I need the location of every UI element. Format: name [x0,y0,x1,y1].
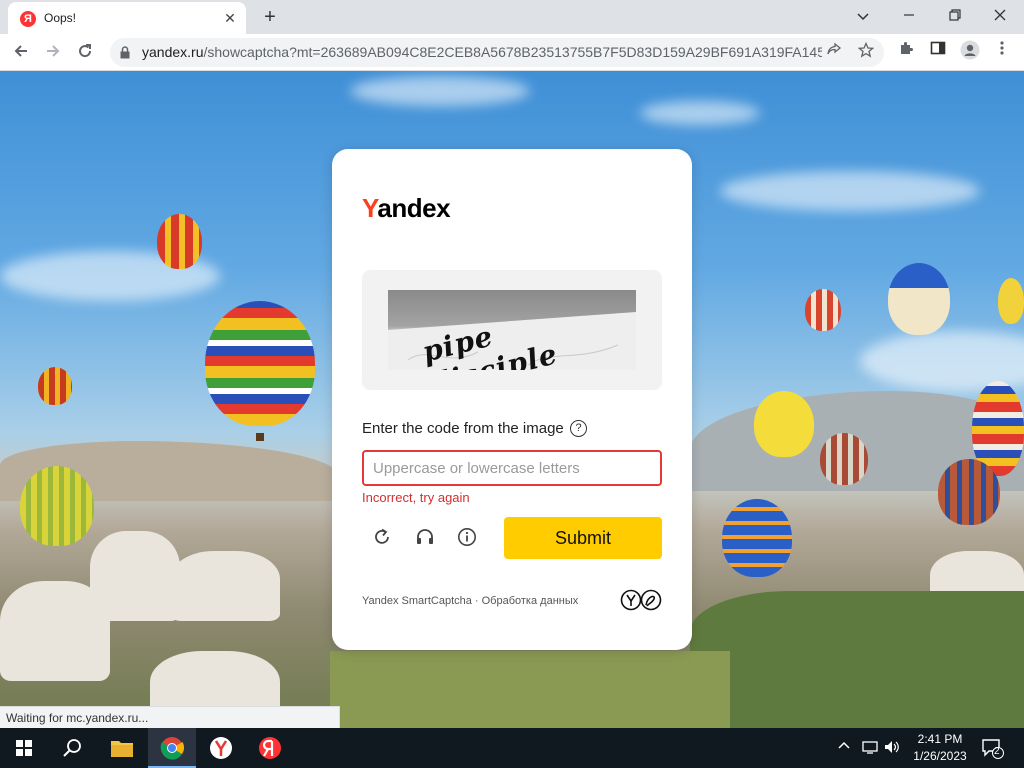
menu-icon[interactable] [990,40,1014,64]
network-icon[interactable] [862,740,878,757]
hot-air-balloon [722,499,792,577]
url-host: yandex.ru [142,44,204,60]
yandex-browser-icon[interactable] [197,728,245,768]
reload-icon[interactable] [72,40,98,66]
hot-air-balloon [157,214,202,269]
url-path: /showcaptcha?mt=263689AB094C8E2CEB8A5678… [203,44,822,60]
clock-date: 1/26/2023 [913,749,967,763]
browser-toolbar: yandex.ru/showcaptcha?mt=263689AB094C8E2… [0,34,1024,71]
yandex-favicon-icon: Я [20,11,36,27]
captcha-image-frame: pipe disciple [362,270,662,390]
grass-foreground [330,651,730,728]
share-icon[interactable] [823,42,845,64]
show-hidden-icons-icon[interactable] [838,740,850,755]
error-message: Incorrect, try again [362,490,470,505]
bookmark-star-icon[interactable] [855,41,877,64]
hot-air-balloon [754,391,814,457]
hot-air-balloon [938,459,1000,525]
yandex-icon[interactable] [246,728,294,768]
hot-air-balloon [820,433,868,485]
close-window-icon[interactable] [986,4,1014,28]
hot-air-balloon [805,289,841,331]
lock-icon[interactable] [120,46,130,59]
info-icon[interactable] [450,524,484,558]
logo-letter-y: Y [362,193,378,223]
side-panel-icon[interactable] [926,40,950,64]
taskbar: 2:41 PM 1/26/2023 2 [0,728,1024,768]
tab-title: Oops! [44,11,77,25]
profile-icon[interactable] [958,40,982,64]
captcha-prompt: Enter the code from the image [362,420,564,437]
close-tab-icon[interactable]: ✕ [222,10,238,26]
extensions-icon[interactable] [894,40,918,64]
smartcaptcha-logo-icon [620,589,664,611]
submit-button[interactable]: Submit [504,517,662,559]
help-icon[interactable]: ? [570,420,587,437]
refresh-icon[interactable] [365,524,399,558]
notification-center-icon[interactable]: 2 [980,736,1004,760]
start-icon[interactable] [0,728,48,768]
logo-rest: andex [377,193,451,223]
restore-icon[interactable] [941,4,969,28]
search-icon[interactable] [48,728,96,768]
audio-icon[interactable] [408,524,442,558]
smartcaptcha-footer[interactable]: Yandex SmartCaptcha · Обработка данных [362,595,578,607]
system-clock[interactable]: 2:41 PM 1/26/2023 [906,731,974,765]
rock-formation [170,551,280,621]
tab-oops[interactable]: Я Oops! ✕ [8,2,246,34]
file-explorer-icon[interactable] [98,728,146,768]
hot-air-balloon [205,301,315,426]
clock-time: 2:41 PM [917,732,963,746]
url-text[interactable]: yandex.ru/showcaptcha?mt=263689AB094C8E2… [142,44,822,60]
new-tab-button[interactable]: + [258,6,282,28]
address-bar[interactable]: yandex.ru/showcaptcha?mt=263689AB094C8E2… [110,38,884,67]
back-icon[interactable] [8,40,34,66]
notification-count: 2 [994,746,1000,757]
cloud [720,171,980,211]
minimize-icon[interactable] [895,4,923,28]
hot-air-balloon [998,278,1024,324]
forward-icon[interactable] [40,40,66,66]
volume-icon[interactable] [884,740,900,757]
chrome-icon[interactable] [148,728,196,768]
cloud [350,76,530,106]
status-bubble: Waiting for mc.yandex.ru... [0,706,340,728]
hot-air-balloon [888,263,950,335]
cloud [640,101,760,125]
hot-air-balloon [38,367,72,405]
captcha-code-input[interactable] [362,450,662,486]
hot-air-balloon [20,466,94,546]
tab-strip: Я Oops! ✕ + [0,0,1024,34]
yandex-logo: Yandex [362,193,451,224]
rock-formation [0,581,110,681]
captcha-image: pipe disciple [388,290,636,370]
balloon-basket [256,433,264,441]
captcha-card: Yandex pipe disciple Enter the code from… [332,149,692,650]
valley-trees [690,591,1024,728]
tab-search-icon[interactable] [849,4,877,28]
